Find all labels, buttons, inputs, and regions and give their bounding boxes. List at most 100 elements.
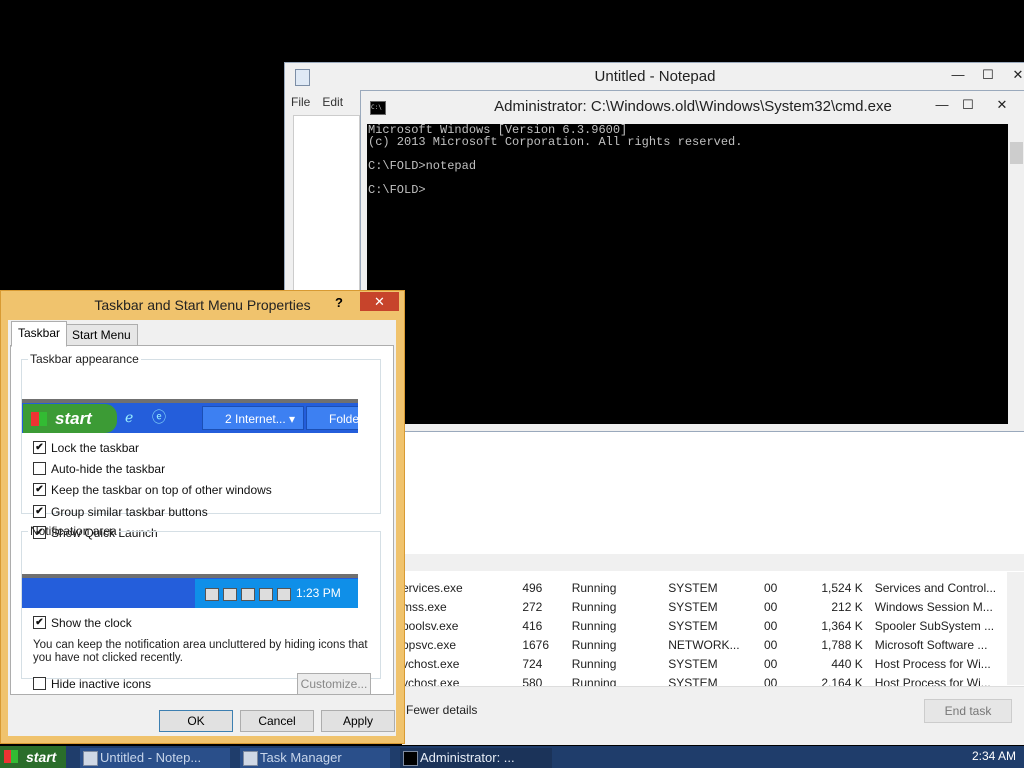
table-cell: 00 bbox=[763, 656, 778, 671]
tab-start-menu[interactable]: Start Menu bbox=[65, 324, 138, 346]
tray-icon bbox=[277, 588, 291, 601]
quick-launch-icon: ⓔ bbox=[152, 409, 166, 425]
table-row[interactable]: poolsv.exe 416 Running SYSTEM 00 1,364 K Spool… bbox=[402, 616, 1024, 635]
taskbar-button-label: Task Manager bbox=[260, 750, 342, 765]
taskbar-button-task-manager[interactable]: Task Manager bbox=[240, 748, 390, 768]
cmd-maximize-button[interactable]: ☐ bbox=[955, 95, 981, 115]
table-row[interactable]: mss.exe 272 Running SYSTEM 00 212 K Windows Se… bbox=[402, 597, 1024, 616]
preview-tray: 1:23 PM bbox=[195, 579, 358, 608]
menu-edit[interactable]: Edit bbox=[316, 95, 349, 109]
cmd-close-button[interactable]: ✕ bbox=[989, 95, 1015, 115]
preview-start-button: start bbox=[23, 404, 117, 433]
ok-button[interactable]: OK bbox=[159, 710, 233, 732]
console-line: C:\FOLD> bbox=[368, 183, 426, 197]
table-row[interactable]: ppsvc.exe 1676 Running NETWORK... 00 1,788 K M… bbox=[402, 635, 1024, 654]
taskbar-properties-dialog[interactable]: Taskbar and Start Menu Properties ? ✕ Ta… bbox=[0, 290, 405, 744]
show-clock-checkbox[interactable]: ✔ Show the clock bbox=[33, 616, 132, 632]
cmd-window[interactable]: C:\ Administrator: C:\Windows.old\Window… bbox=[360, 90, 1024, 432]
cmd-minimize-button[interactable]: — bbox=[929, 95, 955, 115]
dialog-close-button[interactable]: ✕ bbox=[360, 292, 399, 311]
console-output[interactable]: Microsoft Windows [Version 6.3.9600] (c) … bbox=[367, 124, 1008, 424]
cmd-icon bbox=[403, 751, 418, 766]
checkbox-label: Lock the taskbar bbox=[51, 441, 140, 455]
table-cell: 00 bbox=[763, 618, 778, 633]
table-cell: SYSTEM bbox=[668, 599, 718, 614]
table-cell: Spooler SubSystem ... bbox=[874, 618, 995, 633]
table-cell: SYSTEM bbox=[668, 580, 718, 595]
checkbox-box[interactable]: ✔ bbox=[33, 441, 46, 455]
process-table: ervices.exe 496 Running SYSTEM 00 1,524 K Serv… bbox=[402, 578, 1024, 692]
dialog-title: Taskbar and Start Menu Properties bbox=[94, 297, 311, 313]
table-cell: Running bbox=[571, 599, 617, 614]
horizontal-scrollbar[interactable] bbox=[402, 554, 1024, 571]
checkbox-label: Auto-hide the taskbar bbox=[51, 462, 166, 476]
group-buttons-checkbox[interactable]: ✔ Group similar taskbar buttons bbox=[33, 505, 208, 521]
tray-icon bbox=[205, 588, 219, 601]
taskbar-tab-panel: Taskbar appearance start ℯ ⓔ 2 Internet.… bbox=[10, 345, 394, 695]
preview-task-folder: Folde bbox=[306, 406, 358, 430]
table-cell: Microsoft Software ... bbox=[874, 637, 988, 652]
table-cell: 496 bbox=[522, 580, 543, 595]
checkbox-box[interactable]: ✔ bbox=[33, 483, 46, 497]
table-cell: Running bbox=[571, 618, 617, 633]
checkbox-box[interactable] bbox=[33, 462, 46, 476]
notepad-menubar: File Edit bbox=[285, 95, 349, 113]
auto-hide-checkbox[interactable]: Auto-hide the taskbar bbox=[33, 462, 165, 478]
table-cell: 1,364 K bbox=[821, 618, 863, 633]
taskbar: start Untitled - Notep... Task Manager A… bbox=[0, 746, 1024, 768]
taskbar-button-notepad[interactable]: Untitled - Notep... bbox=[80, 748, 230, 768]
table-cell: poolsv.exe bbox=[402, 618, 459, 633]
apply-button[interactable]: Apply bbox=[321, 710, 395, 732]
table-row[interactable]: ervices.exe 496 Running SYSTEM 00 1,524 K Serv… bbox=[402, 578, 1024, 597]
checkbox-label: Group similar taskbar buttons bbox=[51, 505, 208, 519]
cmd-icon: C:\ bbox=[370, 101, 386, 115]
checkbox-box[interactable]: ✔ bbox=[33, 616, 46, 630]
notepad-close-button[interactable]: ✕ bbox=[1005, 65, 1024, 85]
cmd-scrollbar[interactable] bbox=[1008, 124, 1024, 424]
dialog-client: Taskbar Start Menu Taskbar appearance st… bbox=[8, 320, 396, 736]
taskbar-button-label: Untitled - Notep... bbox=[100, 750, 202, 765]
hide-inactive-checkbox[interactable]: Hide inactive icons bbox=[33, 677, 151, 693]
fewer-details-link[interactable]: Fewer details bbox=[406, 703, 477, 717]
taskbar-button-cmd[interactable]: Administrator: ... bbox=[400, 748, 552, 768]
cancel-button[interactable]: Cancel bbox=[240, 710, 314, 732]
table-cell: 00 bbox=[763, 599, 778, 614]
vertical-scrollbar[interactable] bbox=[1007, 572, 1024, 685]
notification-description: You can keep the notification area unclu… bbox=[33, 639, 368, 664]
table-cell: 1,788 K bbox=[821, 637, 863, 652]
start-button[interactable]: start bbox=[0, 746, 66, 768]
table-cell: 272 bbox=[522, 599, 543, 614]
table-cell: Windows Session M... bbox=[874, 599, 993, 614]
windows-flag-icon bbox=[4, 750, 18, 763]
table-cell: 724 bbox=[522, 656, 543, 671]
table-cell: Running bbox=[571, 637, 617, 652]
keep-on-top-checkbox[interactable]: ✔ Keep the taskbar on top of other window… bbox=[33, 483, 272, 499]
notepad-minimize-button[interactable]: — bbox=[945, 65, 971, 85]
table-cell: 212 K bbox=[831, 599, 863, 614]
table-row[interactable]: vchost.exe 724 Running SYSTEM 00 440 K Host Pr… bbox=[402, 654, 1024, 673]
checkbox-box[interactable]: ✔ bbox=[33, 505, 46, 519]
task-manager-window[interactable]: ervices.exe 496 Running SYSTEM 00 1,524 K Serv… bbox=[402, 432, 1024, 745]
table-cell: Running bbox=[571, 580, 617, 595]
help-button[interactable]: ? bbox=[335, 295, 343, 310]
table-cell: SYSTEM bbox=[668, 656, 718, 671]
checkbox-label: Keep the taskbar on top of other windows bbox=[51, 483, 272, 497]
console-line: (c) 2013 Microsoft Corporation. All righ… bbox=[368, 135, 743, 149]
tray-icon bbox=[259, 588, 273, 601]
table-cell: 1,524 K bbox=[821, 580, 863, 595]
customize-button[interactable]: Customize... bbox=[297, 673, 371, 695]
checkbox-box[interactable] bbox=[33, 677, 46, 691]
table-cell: 00 bbox=[763, 637, 778, 652]
notification-area-legend: Notification area bbox=[30, 524, 117, 538]
table-cell: NETWORK... bbox=[668, 637, 740, 652]
notepad-maximize-button[interactable]: ☐ bbox=[975, 65, 1001, 85]
notification-preview: 1:23 PM bbox=[22, 574, 358, 608]
end-task-button[interactable]: End task bbox=[924, 699, 1012, 723]
notepad-icon bbox=[295, 69, 310, 86]
tab-taskbar[interactable]: Taskbar bbox=[11, 321, 68, 347]
taskbar-button-label: Administrator: ... bbox=[420, 750, 515, 765]
lock-taskbar-checkbox[interactable]: ✔ Lock the taskbar bbox=[33, 441, 139, 457]
task-manager-icon bbox=[243, 751, 258, 766]
cmd-scroll-thumb[interactable] bbox=[1010, 142, 1023, 164]
menu-file[interactable]: File bbox=[285, 95, 316, 109]
